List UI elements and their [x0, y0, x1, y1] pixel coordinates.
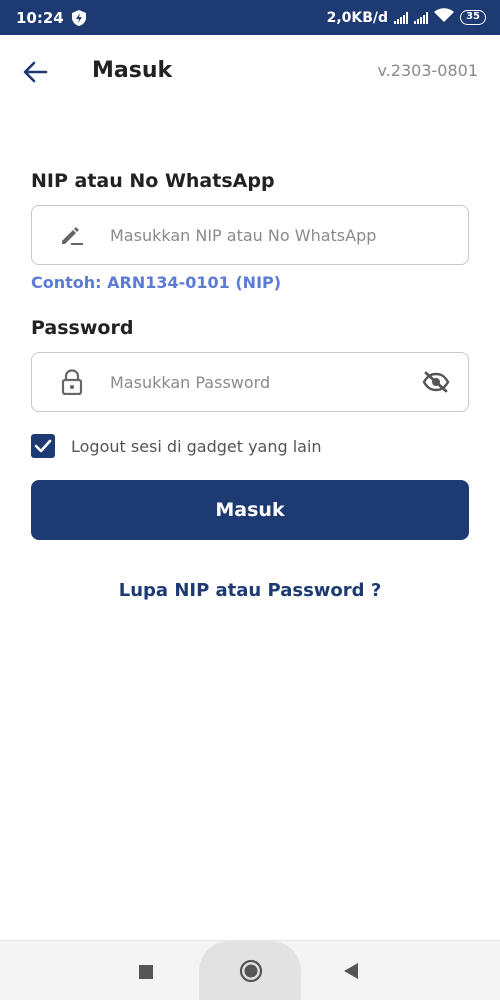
app-header: Masuk v.2303-0801	[0, 35, 500, 110]
back-button[interactable]	[22, 59, 50, 85]
status-indicators: 2,0KB/d 35	[327, 8, 486, 27]
circle-icon	[239, 959, 263, 983]
nip-input[interactable]	[110, 225, 468, 245]
logout-other-row: Logout sesi di gadget yang lain	[31, 434, 322, 458]
wifi-icon	[434, 8, 455, 27]
battery-indicator: 35	[460, 10, 486, 25]
status-time: 10:24	[16, 8, 64, 27]
signal-icon	[394, 11, 409, 24]
app-version: v.2303-0801	[377, 61, 478, 80]
password-label: Password	[31, 317, 134, 339]
shield-icon	[71, 9, 86, 26]
recents-button[interactable]	[139, 964, 153, 983]
forgot-credentials-link[interactable]: Lupa NIP atau Password ?	[0, 580, 500, 601]
check-icon	[34, 439, 52, 453]
home-button[interactable]	[239, 959, 263, 987]
triangle-back-icon	[344, 963, 358, 979]
logout-other-label: Logout sesi di gadget yang lain	[71, 436, 322, 456]
square-icon	[139, 965, 153, 979]
network-speed: 2,0KB/d	[326, 9, 389, 26]
signal-icon-2	[414, 11, 429, 24]
system-nav-bar	[0, 940, 500, 1000]
login-button[interactable]: Masuk	[31, 480, 469, 540]
eye-off-icon[interactable]	[420, 366, 452, 398]
lock-icon	[56, 366, 88, 398]
logout-other-checkbox[interactable]	[31, 434, 55, 458]
back-nav-button[interactable]	[344, 963, 358, 983]
password-field[interactable]	[31, 352, 469, 412]
password-input[interactable]	[110, 372, 420, 392]
pencil-icon	[56, 219, 88, 251]
nip-label: NIP atau No WhatsApp	[31, 170, 275, 192]
arrow-left-icon	[23, 61, 48, 83]
page-title: Masuk	[92, 58, 173, 83]
nip-hint: Contoh: ARN134-0101 (NIP)	[31, 273, 282, 292]
status-bar: 10:24 2,0KB/d 35	[0, 0, 500, 35]
nip-field[interactable]	[31, 205, 469, 265]
